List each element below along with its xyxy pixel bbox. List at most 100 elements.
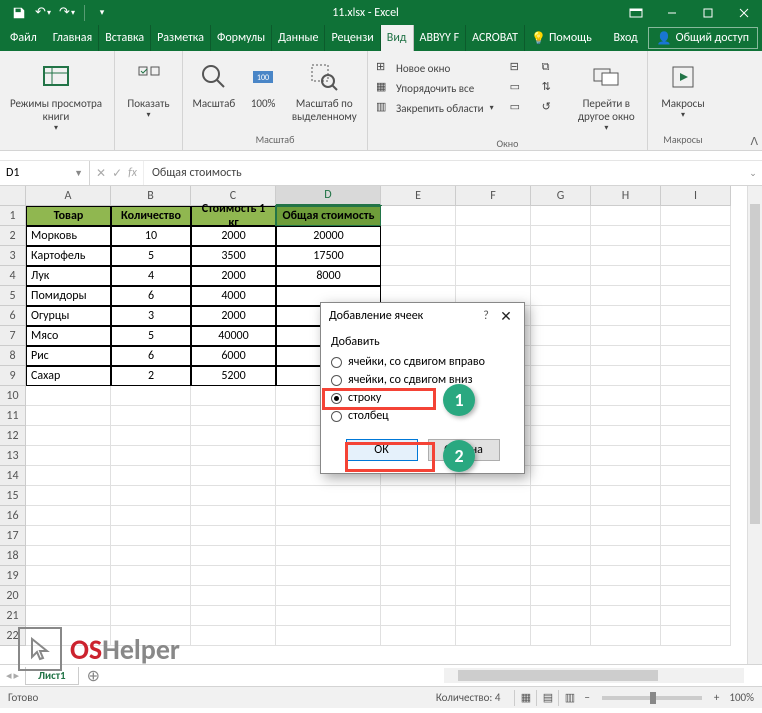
row-header[interactable]: 14 — [0, 466, 26, 486]
cell[interactable] — [381, 266, 456, 286]
cell[interactable] — [456, 206, 531, 226]
horizontal-scrollbar[interactable] — [444, 668, 744, 683]
row-header[interactable]: 16 — [0, 506, 26, 526]
column-header[interactable]: E — [381, 186, 456, 206]
cell[interactable]: Помидоры — [26, 286, 111, 306]
cell[interactable] — [591, 406, 661, 426]
fx-icon[interactable]: fx — [128, 166, 137, 180]
cell[interactable] — [456, 626, 531, 646]
page-layout-view-icon[interactable]: ▤ — [536, 690, 558, 706]
cell[interactable] — [111, 506, 191, 526]
maximize-icon[interactable] — [690, 0, 726, 25]
cell[interactable] — [591, 366, 661, 386]
cell[interactable] — [276, 606, 381, 626]
zoom-100-button[interactable]: 100 100% — [245, 55, 282, 112]
cell[interactable]: Товар — [26, 206, 111, 226]
switch-windows-button[interactable]: Перейти в другое окно ▾ — [572, 55, 641, 135]
zoom-slider[interactable] — [602, 696, 702, 700]
cell[interactable] — [661, 306, 731, 326]
sync-scroll-button[interactable]: ⇅ — [540, 79, 560, 97]
cell[interactable] — [531, 566, 591, 586]
cell[interactable] — [531, 466, 591, 486]
row-header[interactable]: 7 — [0, 326, 26, 346]
cell[interactable] — [381, 586, 456, 606]
cell[interactable] — [191, 426, 276, 446]
cell[interactable] — [456, 226, 531, 246]
cell[interactable] — [591, 326, 661, 346]
cell[interactable] — [661, 466, 731, 486]
cell[interactable] — [191, 406, 276, 426]
cell[interactable] — [26, 566, 111, 586]
tab-data[interactable]: Данные — [272, 25, 325, 51]
tab-file[interactable]: Файл — [0, 25, 47, 51]
cell[interactable]: Огурцы — [26, 306, 111, 326]
cell[interactable] — [111, 386, 191, 406]
select-all-button[interactable] — [0, 186, 26, 206]
cell[interactable]: 3 — [111, 306, 191, 326]
cell[interactable] — [276, 546, 381, 566]
cell[interactable] — [591, 266, 661, 286]
cell[interactable] — [661, 446, 731, 466]
cell[interactable] — [591, 306, 661, 326]
cell[interactable]: Сахар — [26, 366, 111, 386]
cell[interactable] — [191, 386, 276, 406]
cell[interactable]: 5200 — [191, 366, 276, 386]
cell[interactable] — [531, 226, 591, 246]
cell[interactable] — [111, 586, 191, 606]
cell[interactable]: 40000 — [191, 326, 276, 346]
cell[interactable]: Картофель — [26, 246, 111, 266]
cell[interactable]: 4 — [111, 266, 191, 286]
share-button[interactable]: 👤 Общий доступ — [648, 27, 758, 49]
cell[interactable] — [381, 486, 456, 506]
row-header[interactable]: 15 — [0, 486, 26, 506]
cell[interactable] — [661, 526, 731, 546]
cell[interactable] — [381, 546, 456, 566]
column-header[interactable]: G — [531, 186, 591, 206]
cell[interactable] — [26, 606, 111, 626]
sheet-prev-icon[interactable]: ◂ — [6, 669, 12, 682]
qat-customize-icon[interactable]: ▾ — [91, 2, 113, 24]
cell[interactable] — [276, 566, 381, 586]
cell[interactable] — [456, 486, 531, 506]
cell[interactable] — [661, 326, 731, 346]
cell[interactable] — [531, 626, 591, 646]
cell[interactable]: 2000 — [191, 266, 276, 286]
cell[interactable] — [661, 386, 731, 406]
expand-formula-icon[interactable]: ⌄ — [744, 161, 762, 185]
row-header[interactable]: 18 — [0, 546, 26, 566]
cell[interactable] — [191, 626, 276, 646]
freeze-panes-button[interactable]: ▥Закрепить области▾ — [374, 99, 496, 117]
cell[interactable] — [591, 246, 661, 266]
column-header[interactable]: F — [456, 186, 531, 206]
cell[interactable] — [111, 606, 191, 626]
cell[interactable] — [531, 546, 591, 566]
tab-formulas[interactable]: Формулы — [211, 25, 272, 51]
cell[interactable]: Лук — [26, 266, 111, 286]
cell[interactable] — [531, 366, 591, 386]
cell[interactable] — [531, 506, 591, 526]
cell[interactable] — [531, 386, 591, 406]
cell[interactable] — [191, 546, 276, 566]
cell[interactable] — [661, 626, 731, 646]
cell[interactable] — [456, 506, 531, 526]
radio-option[interactable]: ячейки, со сдвигом вправо — [331, 353, 514, 371]
cell[interactable] — [591, 626, 661, 646]
row-header[interactable]: 3 — [0, 246, 26, 266]
cell[interactable] — [191, 566, 276, 586]
cell[interactable] — [456, 246, 531, 266]
tab-view[interactable]: Вид — [381, 25, 414, 51]
cell[interactable]: 6 — [111, 286, 191, 306]
cell[interactable] — [591, 386, 661, 406]
cell[interactable] — [531, 446, 591, 466]
new-window-button[interactable]: ⊞Новое окно — [374, 59, 496, 77]
cell[interactable] — [661, 266, 731, 286]
cell[interactable]: 2 — [111, 366, 191, 386]
cell[interactable] — [591, 226, 661, 246]
row-header[interactable]: 4 — [0, 266, 26, 286]
row-header[interactable]: 8 — [0, 346, 26, 366]
cell[interactable] — [661, 546, 731, 566]
column-header[interactable]: A — [26, 186, 111, 206]
row-header[interactable]: 5 — [0, 286, 26, 306]
cell[interactable]: 3500 — [191, 246, 276, 266]
cell[interactable] — [191, 486, 276, 506]
